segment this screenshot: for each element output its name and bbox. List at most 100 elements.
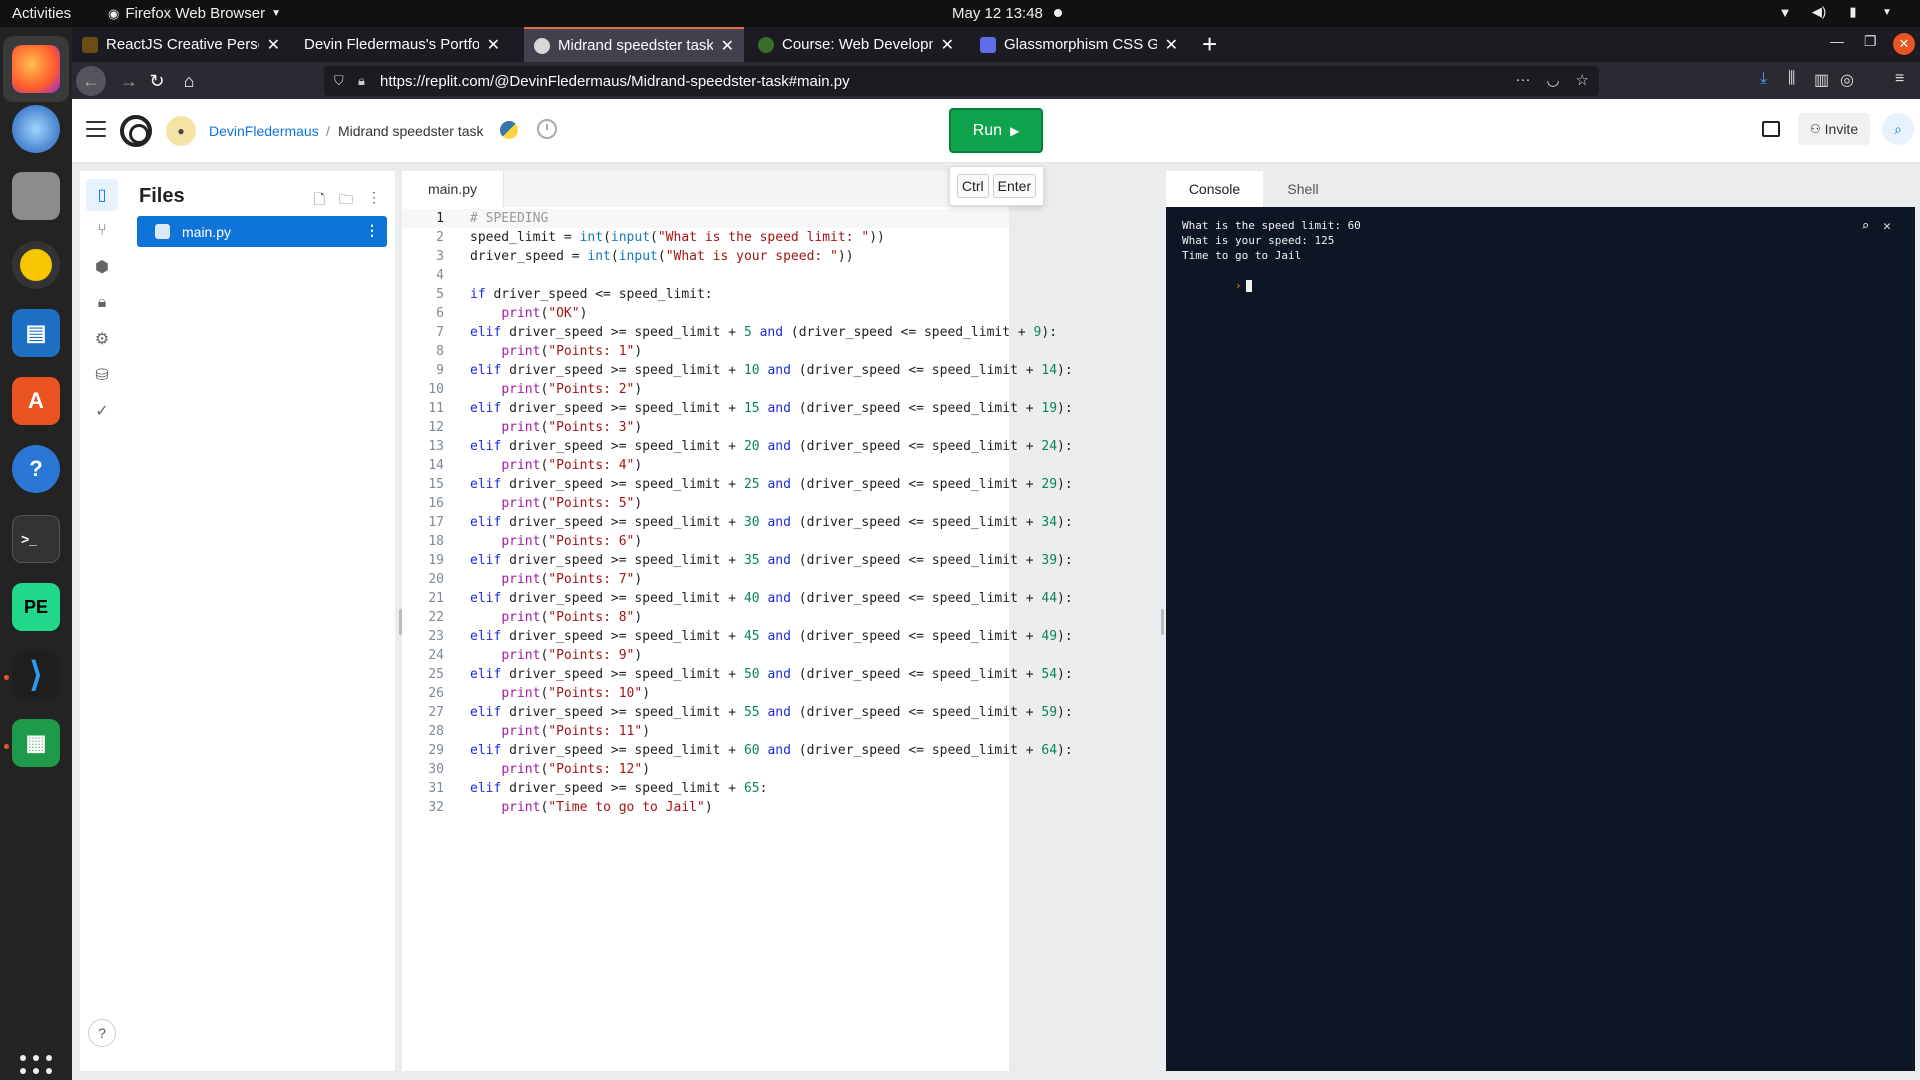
code-line[interactable]: 2 speed_limit = int(input("What is the sp… [402,228,1009,247]
code-line[interactable]: 28 print("Points: 11") [402,722,1009,741]
code-area[interactable]: 1 # SPEEDING 2 speed_limit = int(input("Wha… [402,209,1073,817]
tab-shell[interactable]: Shell [1263,171,1343,207]
rhythmbox-icon[interactable] [12,241,60,289]
avatar[interactable]: ● [166,116,196,146]
close-icon[interactable]: ✕ [487,35,500,55]
chat-icon[interactable] [1762,121,1780,137]
code-line[interactable]: 13 elif driver_speed >= speed_limit + 20 … [402,437,1072,456]
code-line[interactable]: 12 print("Points: 3") [402,418,1009,437]
home-button[interactable]: ⌂ [174,66,204,96]
bookmark-star-icon[interactable]: ☆ [1576,71,1589,89]
shield-icon[interactable]: ⛉ [334,73,348,89]
close-icon[interactable]: ✕ [721,36,734,56]
url-text[interactable]: https://replit.com/@DevinFledermaus/Midr… [380,73,850,90]
files-icon[interactable]: ▯ [86,179,118,211]
libreoffice-writer-icon[interactable]: ▤ [12,309,60,357]
code-line[interactable]: 4 [402,266,1009,285]
app-menu[interactable]: ◉ Firefox Web Browser ▼ [108,5,281,22]
file-more-icon[interactable]: ⋮ [365,222,379,239]
invite-button[interactable]: ⚇ Invite [1798,113,1870,145]
restore-icon[interactable]: ❐ [1864,33,1877,50]
code-line[interactable]: 11 elif driver_speed >= speed_limit + 15 … [402,399,1072,418]
terminal-icon[interactable]: >_ [12,515,60,563]
pocket-icon[interactable]: ◡ [1546,71,1559,89]
window-close-button[interactable]: ✕ [1893,33,1915,55]
browser-tab[interactable]: Devin Fledermaus's Portfoli ✕ [294,27,510,62]
code-line[interactable]: 8 print("Points: 1") [402,342,1009,361]
database-icon[interactable]: ⛁ [86,359,118,391]
code-line[interactable]: 26 print("Points: 10") [402,684,1009,703]
code-line[interactable]: 17 elif driver_speed >= speed_limit + 30 … [402,513,1072,532]
code-line[interactable]: 30 print("Points: 12") [402,760,1009,779]
code-line[interactable]: 31 elif driver_speed >= speed_limit + 65: [402,779,1009,798]
system-tray[interactable]: ▼ ◀) ▮ ▼ [1776,4,1896,20]
forward-button[interactable]: → [114,66,144,96]
secrets-lock-icon[interactable]: 🔒︎ [86,287,118,319]
software-center-icon[interactable]: A [12,377,60,425]
code-line[interactable]: 29 elif driver_speed >= speed_limit + 60 … [402,741,1072,760]
breadcrumb-user[interactable]: DevinFledermaus [209,123,319,139]
tab-main-py[interactable]: main.py [402,171,504,207]
new-tab-button[interactable]: + [1202,29,1217,60]
code-line[interactable]: 25 elif driver_speed >= speed_limit + 50 … [402,665,1072,684]
breadcrumb-project[interactable]: Midrand speedster task [338,123,484,139]
tab-console[interactable]: Console [1166,171,1263,207]
code-line[interactable]: 6 print("OK") [402,304,1009,323]
settings-gear-icon[interactable]: ⚙ [86,323,118,355]
code-line[interactable]: 1 # SPEEDING [402,209,1009,228]
packages-icon[interactable]: ⬢ [86,251,118,283]
code-line[interactable]: 18 print("Points: 6") [402,532,1009,551]
clear-console-icon[interactable]: ✕ [1883,219,1891,234]
search-icon[interactable]: ⌕ [1882,113,1914,145]
code-line[interactable]: 21 elif driver_speed >= speed_limit + 40 … [402,589,1072,608]
search-icon[interactable]: ⌕ [1861,219,1869,234]
code-line[interactable]: 19 elif driver_speed >= speed_limit + 35 … [402,551,1072,570]
code-line[interactable]: 7 elif driver_speed >= speed_limit + 5 an… [402,323,1057,342]
sidebar-icon[interactable]: ▥ [1814,70,1829,90]
minimize-icon[interactable]: — [1830,33,1844,49]
checkmark-icon[interactable]: ✓ [86,395,118,427]
close-icon[interactable]: ✕ [267,35,280,55]
help-button[interactable]: ? [88,1019,116,1047]
address-bar[interactable]: ⛉ 🔒︎ https://replit.com/@DevinFledermaus… [324,66,1599,96]
code-line[interactable]: 3 driver_speed = int(input("What is your … [402,247,1009,266]
new-file-icon[interactable]: 🗋︎ [314,189,325,213]
close-icon[interactable]: ✕ [941,35,954,55]
code-line[interactable]: 15 elif driver_speed >= speed_limit + 25 … [402,475,1072,494]
version-control-icon[interactable]: ⑂ [86,215,118,247]
code-line[interactable]: 20 print("Points: 7") [402,570,1009,589]
activities-button[interactable]: Activities [12,5,71,22]
help-icon[interactable]: ? [12,445,60,493]
show-applications-icon[interactable] [20,1055,52,1080]
browser-tab-active[interactable]: Midrand speedster task ✕ [524,27,744,62]
lock-icon[interactable]: 🔒︎ [358,73,372,89]
download-icon[interactable]: ⤓ [1760,70,1767,88]
browser-tab[interactable]: ReactJS Creative Person ✕ [72,27,290,62]
code-line[interactable]: 16 print("Points: 5") [402,494,1009,513]
panel-resize-handle[interactable] [1161,609,1164,635]
run-button[interactable]: Run ▶ [949,108,1043,153]
code-line[interactable]: 10 print("Points: 2") [402,380,1009,399]
code-line[interactable]: 24 print("Points: 9") [402,646,1009,665]
libreoffice-calc-icon[interactable]: ▦ [12,719,60,767]
replit-logo[interactable] [120,115,152,147]
account-icon[interactable]: ◎ [1840,70,1854,90]
page-actions-icon[interactable]: ··· [1515,71,1530,89]
library-icon[interactable]: ⫼ [1788,70,1795,88]
clock[interactable]: May 12 13:48 [952,5,1043,22]
history-icon[interactable] [537,119,557,139]
close-icon[interactable]: ✕ [1165,35,1178,55]
code-line[interactable]: 22 print("Points: 8") [402,608,1009,627]
hamburger-menu-icon[interactable] [86,121,106,137]
code-line[interactable]: 32 print("Time to go to Jail") [402,798,1009,817]
back-button[interactable]: ← [76,66,106,96]
thunderbird-icon[interactable] [12,105,60,153]
firefox-icon[interactable] [12,45,60,93]
pycharm-icon[interactable]: PE [12,583,60,631]
code-line[interactable]: 27 elif driver_speed >= speed_limit + 55 … [402,703,1072,722]
files-icon[interactable] [12,172,60,220]
menu-icon[interactable]: ≡ [1895,70,1904,88]
console-output[interactable]: ⌕ ✕ What is the speed limit: 60 What is … [1166,207,1915,1071]
browser-tab[interactable]: Glassmorphism CSS Gen ✕ [970,27,1188,62]
code-line[interactable]: 9 elif driver_speed >= speed_limit + 10 a… [402,361,1073,380]
